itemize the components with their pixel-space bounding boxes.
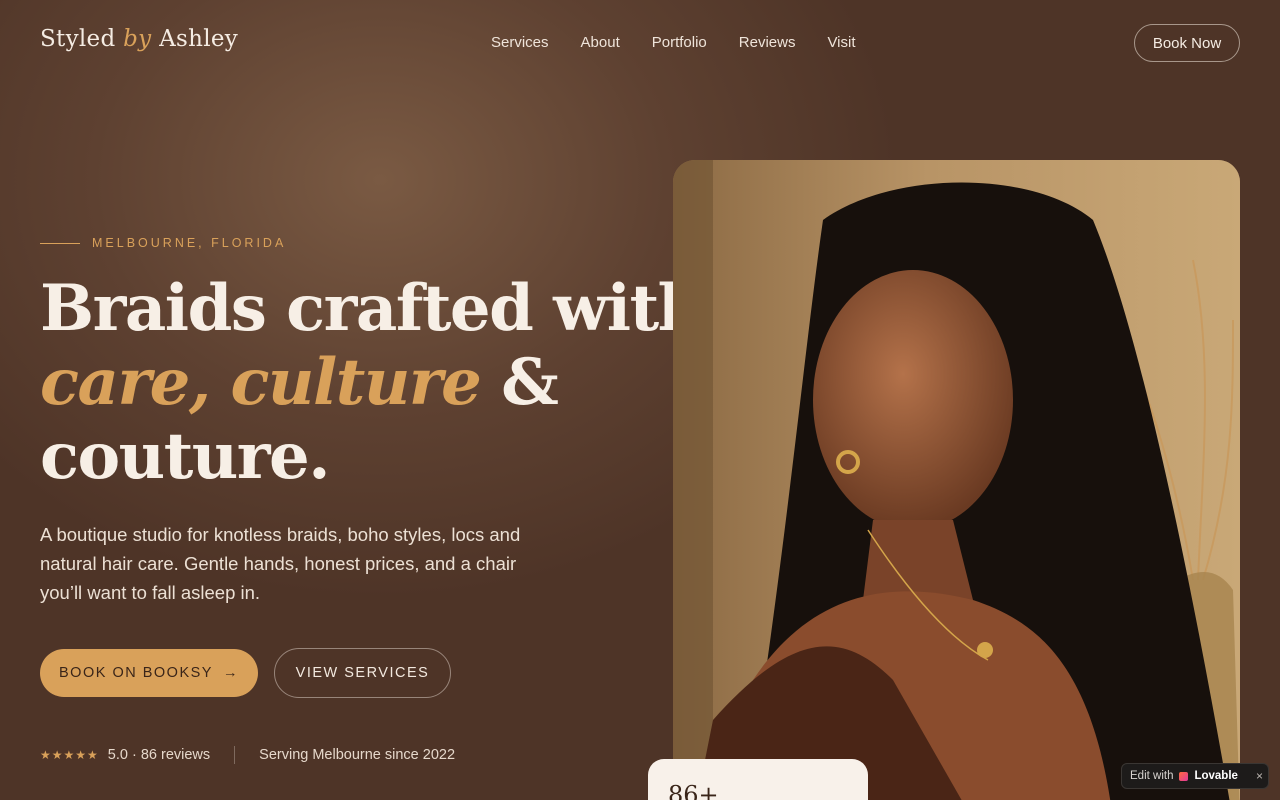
eyebrow-text: MELBOURNE, FLORIDA (92, 236, 287, 250)
headline-ampersand: & (501, 345, 559, 420)
hero-headline: Braids crafted with care, culture & cout… (40, 271, 704, 494)
top-nav: Styled by Ashley Services About Portfoli… (0, 0, 1280, 86)
hero-description: A boutique studio for knotless braids, b… (40, 524, 521, 603)
meta-divider (234, 746, 236, 764)
hero-portrait-image (673, 160, 1240, 800)
site-logo[interactable]: Styled by Ashley (40, 26, 238, 52)
nav-link-portfolio[interactable]: Portfolio (652, 34, 707, 51)
serving-text: Serving Melbourne since 2022 (259, 747, 456, 763)
headline-gold-text: care, culture (40, 345, 482, 420)
lovable-logo-icon (1179, 771, 1189, 781)
arrow-right-icon: → (222, 665, 239, 681)
hero-meta: ★★★★★ 5.0 · 86 reviews Serving Melbourne… (40, 746, 455, 764)
logo-text-styled: Styled (40, 26, 116, 52)
headline-line-2: care, culture & (40, 346, 640, 420)
lovable-badge[interactable]: Edit with Lovable × (1121, 763, 1269, 789)
headline-line-3: couture. (40, 419, 331, 494)
nav-link-about[interactable]: About (581, 34, 620, 51)
nav-links: Services About Portfolio Reviews Visit (491, 34, 856, 51)
nav-link-visit[interactable]: Visit (827, 34, 855, 51)
portrait-illustration (673, 160, 1240, 800)
book-on-booksy-label: BOOK ON BOOKSY (59, 665, 213, 681)
review-stat-card: 86+ (648, 759, 868, 800)
edit-with-text: Edit with (1130, 770, 1174, 782)
close-icon[interactable]: × (1256, 769, 1263, 783)
eyebrow-line (40, 242, 80, 244)
book-now-button[interactable]: Book Now (1134, 24, 1240, 62)
logo-text-ashley: Ashley (159, 26, 239, 52)
location-eyebrow: MELBOURNE, FLORIDA (40, 236, 286, 250)
view-services-button[interactable]: VIEW SERVICES (274, 648, 451, 698)
book-on-booksy-button[interactable]: BOOK ON BOOKSY → (40, 649, 258, 697)
nav-link-reviews[interactable]: Reviews (739, 34, 796, 51)
logo-text-by: by (123, 26, 152, 52)
stat-value: 86+ (668, 781, 719, 800)
rating-stars-icon: ★★★★★ (40, 748, 99, 762)
nav-link-services[interactable]: Services (491, 34, 549, 51)
rating-text: 5.0 · 86 reviews (107, 747, 211, 763)
headline-line-1: Braids crafted with (40, 271, 704, 346)
lovable-brand-text: Lovable (1194, 770, 1238, 782)
